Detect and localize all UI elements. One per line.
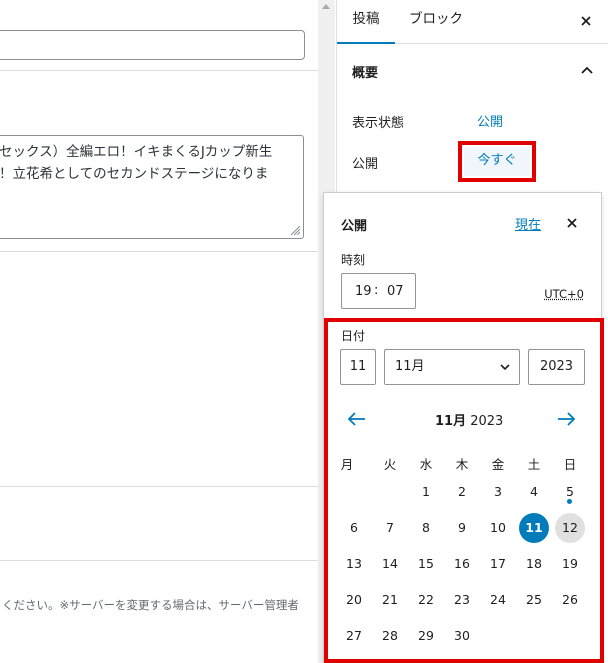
year-input[interactable]: 2023: [528, 349, 585, 385]
resize-grip-icon[interactable]: [289, 224, 301, 236]
calendar-day[interactable]: 20: [339, 585, 369, 615]
time-input: 19 : 07: [341, 273, 416, 309]
excerpt-textarea[interactable]: セックス）全編エロ！イキまくるJカップ新生 ！立花希としてのセカンドステージにな…: [0, 135, 304, 239]
arrow-right-icon[interactable]: [555, 408, 577, 430]
calendar-day[interactable]: 22: [411, 585, 441, 615]
weekday-label: 火: [383, 457, 397, 472]
calendar-day[interactable]: 1: [411, 477, 441, 507]
calendar-day[interactable]: 3: [483, 477, 513, 507]
scroll-up-icon[interactable]: [322, 4, 330, 9]
calendar-day[interactable]: 23: [447, 585, 477, 615]
help-note: ください。※サーバーを変更する場合は、サーバー管理者: [2, 598, 299, 612]
calendar-day[interactable]: 4: [519, 477, 549, 507]
calendar-day[interactable]: 10: [483, 513, 513, 543]
divider: [0, 70, 318, 71]
calendar-day[interactable]: 12: [555, 513, 585, 543]
month-select-value: 11月: [395, 359, 425, 374]
visibility-value[interactable]: 公開: [477, 111, 503, 130]
calendar-day[interactable]: 9: [447, 513, 477, 543]
panel-title: 概要: [352, 66, 379, 81]
divider: [0, 560, 318, 561]
weekday-label: 日: [563, 457, 577, 472]
calendar-day[interactable]: 2: [447, 477, 477, 507]
weekday-label: 金: [491, 457, 505, 472]
calendar-day[interactable]: 30: [447, 621, 477, 651]
calendar-day[interactable]: 14: [375, 549, 405, 579]
minute-field[interactable]: 07: [387, 284, 404, 299]
calendar-day[interactable]: 8: [411, 513, 441, 543]
editor-area: セックス）全編エロ！イキまくるJカップ新生 ！立花希としてのセカンドステージにな…: [0, 0, 318, 663]
close-sidebar-icon[interactable]: [576, 11, 596, 31]
calendar-day[interactable]: 7: [375, 513, 405, 543]
calendar-month: 11月: [435, 414, 467, 429]
calendar-day[interactable]: 19: [555, 549, 585, 579]
calendar-day[interactable]: 6: [339, 513, 369, 543]
weekday-label: 月: [340, 457, 354, 472]
excerpt-line-1: セックス）全編エロ！イキまくるJカップ新生: [0, 144, 273, 160]
calendar-day[interactable]: 18: [519, 549, 549, 579]
publish-label: 公開: [352, 157, 379, 172]
sidebar-tabs: 投稿 ブロック: [337, 0, 608, 44]
arrow-left-icon[interactable]: [346, 408, 368, 430]
title-input[interactable]: [0, 30, 305, 60]
day-input[interactable]: 11: [340, 349, 376, 385]
weekday-label: 土: [527, 457, 541, 472]
tab-post[interactable]: 投稿: [337, 0, 395, 44]
calendar-day[interactable]: 21: [375, 585, 405, 615]
calendar-day[interactable]: 24: [483, 585, 513, 615]
chevron-up-icon[interactable]: [581, 64, 593, 76]
divider: [0, 486, 318, 487]
month-select[interactable]: 11月: [384, 349, 520, 385]
calendar-day[interactable]: 26: [555, 585, 585, 615]
timezone-label[interactable]: UTC+0: [544, 287, 584, 301]
chevron-down-icon: [500, 364, 510, 371]
calendar-day[interactable]: 16: [447, 549, 477, 579]
now-link[interactable]: 現在: [515, 214, 541, 233]
calendar-day[interactable]: 25: [519, 585, 549, 615]
calendar-year: 2023: [470, 414, 504, 429]
weekday-label: 水: [419, 457, 433, 472]
calendar-day[interactable]: 17: [483, 549, 513, 579]
calendar-day[interactable]: 15: [411, 549, 441, 579]
visibility-label: 表示状態: [352, 116, 405, 131]
calendar-day[interactable]: 11: [519, 513, 549, 543]
popover-title: 公開: [341, 219, 368, 234]
calendar-day[interactable]: 13: [339, 549, 369, 579]
time-label: 時刻: [341, 253, 366, 267]
calendar-day[interactable]: 27: [339, 621, 369, 651]
divider: [0, 251, 318, 252]
hour-field[interactable]: 19: [355, 284, 372, 299]
calendar-day[interactable]: 28: [375, 621, 405, 651]
close-icon[interactable]: [564, 215, 580, 231]
event-dot: [567, 499, 572, 504]
time-separator: :: [374, 283, 379, 298]
tab-block[interactable]: ブロック: [409, 0, 463, 44]
calendar-day[interactable]: 29: [411, 621, 441, 651]
excerpt-line-2: ！立花希としてのセカンドステージになりま: [0, 166, 269, 182]
weekday-label: 木: [455, 457, 469, 472]
publish-date-button[interactable]: 今すぐ: [464, 147, 530, 176]
summary-panel-header[interactable]: 概要: [337, 56, 607, 86]
calendar-heading: 11月 2023: [435, 410, 503, 430]
